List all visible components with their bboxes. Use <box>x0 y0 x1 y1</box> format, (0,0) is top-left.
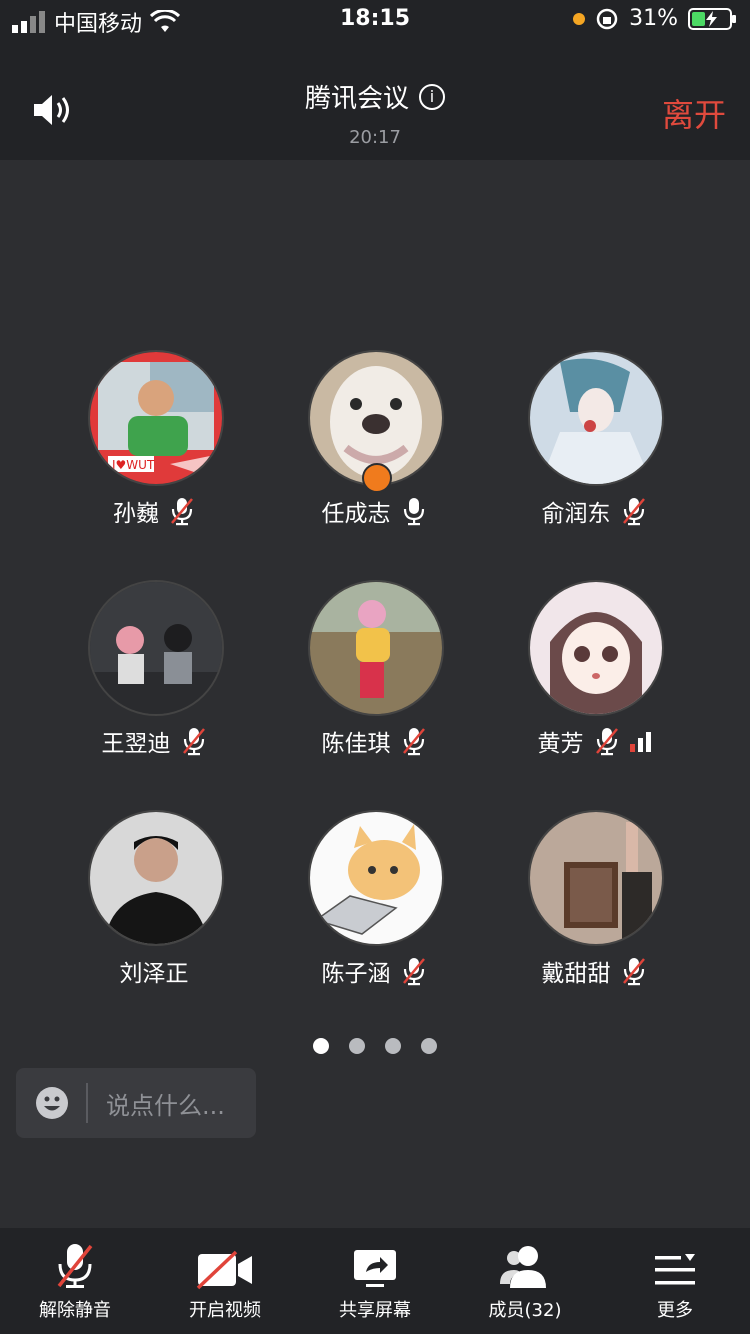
meeting-title-text: 腾讯会议 <box>304 84 409 114</box>
participant-tile[interactable]: 王翌迪 <box>44 580 264 780</box>
battery-percent: 31% <box>629 6 678 31</box>
mic-muted-icon <box>57 1244 93 1288</box>
avatar <box>308 580 444 716</box>
share-screen-button[interactable]: 共享屏幕 <box>300 1228 450 1334</box>
avatar <box>528 350 664 486</box>
members-icon <box>500 1246 546 1288</box>
page-dot-2[interactable] <box>349 1038 365 1054</box>
meeting-title-block: 腾讯会议 i 20:17 <box>0 78 750 148</box>
emoji-icon[interactable] <box>35 1086 69 1120</box>
rotation-lock-icon <box>596 8 618 29</box>
members-button[interactable]: 成员(32) <box>450 1228 600 1334</box>
participant-name: 任成志 <box>321 501 391 527</box>
mic-muted-icon <box>402 728 425 756</box>
participant-tile[interactable]: 黄芳 <box>484 580 704 780</box>
start-video-label: 开启视频 <box>189 1300 261 1321</box>
avatar <box>528 580 664 716</box>
mic-muted-icon <box>182 728 205 756</box>
participant-name: 戴甜甜 <box>541 961 611 987</box>
members-label: 成员(32) <box>488 1300 562 1321</box>
page-indicator[interactable] <box>0 1038 750 1054</box>
avatar <box>308 810 444 946</box>
battery-charging-icon <box>688 7 736 30</box>
more-label: 更多 <box>657 1300 693 1321</box>
participant-tile[interactable]: 戴甜甜 <box>484 810 704 1010</box>
avatar <box>88 810 224 946</box>
avatar <box>88 580 224 716</box>
mic-muted-icon <box>622 958 645 986</box>
mic-muted-icon <box>595 728 618 756</box>
participant-name-row: 刘泽正 <box>44 954 264 988</box>
share-screen-icon <box>354 1250 396 1287</box>
participant-name-row: 俞润东 <box>484 494 704 528</box>
participant-name: 刘泽正 <box>119 961 189 987</box>
participant-name-row: 陈子涵 <box>264 954 484 988</box>
start-video-button[interactable]: 开启视频 <box>150 1228 300 1334</box>
avatar <box>528 810 664 946</box>
mic-on-icon <box>403 498 424 526</box>
participant-tile[interactable]: 陈子涵 <box>264 810 484 1010</box>
recording-dot-icon <box>573 12 586 25</box>
status-right: 31% <box>573 6 738 31</box>
participant-tile[interactable]: 俞润东 <box>484 350 704 550</box>
participant-name: 黄芳 <box>537 731 584 757</box>
network-signal-icon <box>629 730 651 752</box>
participant-name: 陈佳琪 <box>321 731 391 757</box>
participant-name: 俞润东 <box>541 501 611 527</box>
participant-name: 陈子涵 <box>321 961 391 987</box>
participant-name-row: 王翌迪 <box>44 724 264 758</box>
participant-name-row: 任成志 <box>264 494 484 528</box>
more-menu-icon <box>655 1254 695 1285</box>
more-button[interactable]: 更多 <box>600 1228 750 1334</box>
mic-muted-icon <box>171 498 193 526</box>
page-dot-1[interactable] <box>313 1038 329 1054</box>
participant-name-row: 戴甜甜 <box>484 954 704 988</box>
meeting-header: 腾讯会议 i 20:17 离开 <box>0 44 750 160</box>
video-off-icon <box>196 1250 252 1290</box>
participant-tile[interactable]: 刘泽正 <box>44 810 264 1010</box>
info-icon[interactable]: i <box>419 83 445 110</box>
meeting-duration: 20:17 <box>349 127 401 148</box>
participant-name-row: 黄芳 <box>484 724 704 758</box>
participant-name: 孙巍 <box>113 501 159 527</box>
participant-name: 王翌迪 <box>101 731 171 757</box>
page-dot-3[interactable] <box>385 1038 401 1054</box>
participant-name-row: 孙巍 <box>44 494 264 528</box>
participant-tile[interactable]: I♥WUT 孙巍 <box>44 350 264 550</box>
participant-name-row: 陈佳琪 <box>264 724 484 758</box>
mic-muted-icon <box>622 498 645 526</box>
mic-muted-icon <box>402 958 425 986</box>
chat-divider <box>86 1083 88 1123</box>
bottom-toolbar: 解除静音 开启视频 共享屏幕 成员(32) 更多 <box>0 1228 750 1334</box>
share-screen-label: 共享屏幕 <box>339 1300 411 1321</box>
participant-tile[interactable]: 任成志 <box>264 350 484 550</box>
avatar: I♥WUT <box>88 350 224 486</box>
svg-text:I♥WUT: I♥WUT <box>112 458 155 472</box>
unmute-button[interactable]: 解除静音 <box>0 1228 150 1334</box>
leave-button[interactable]: 离开 <box>662 90 726 136</box>
unmute-label: 解除静音 <box>39 1300 111 1321</box>
page-dot-4[interactable] <box>421 1038 437 1054</box>
meeting-title: 腾讯会议 i <box>305 78 445 115</box>
host-badge-icon <box>362 463 392 493</box>
participant-tile[interactable]: 陈佳琪 <box>264 580 484 780</box>
chat-input[interactable]: 说点什么... <box>16 1068 256 1138</box>
status-bar: 中国移动 18:15 31% <box>0 0 750 44</box>
chat-placeholder: 说点什么... <box>106 1091 225 1120</box>
